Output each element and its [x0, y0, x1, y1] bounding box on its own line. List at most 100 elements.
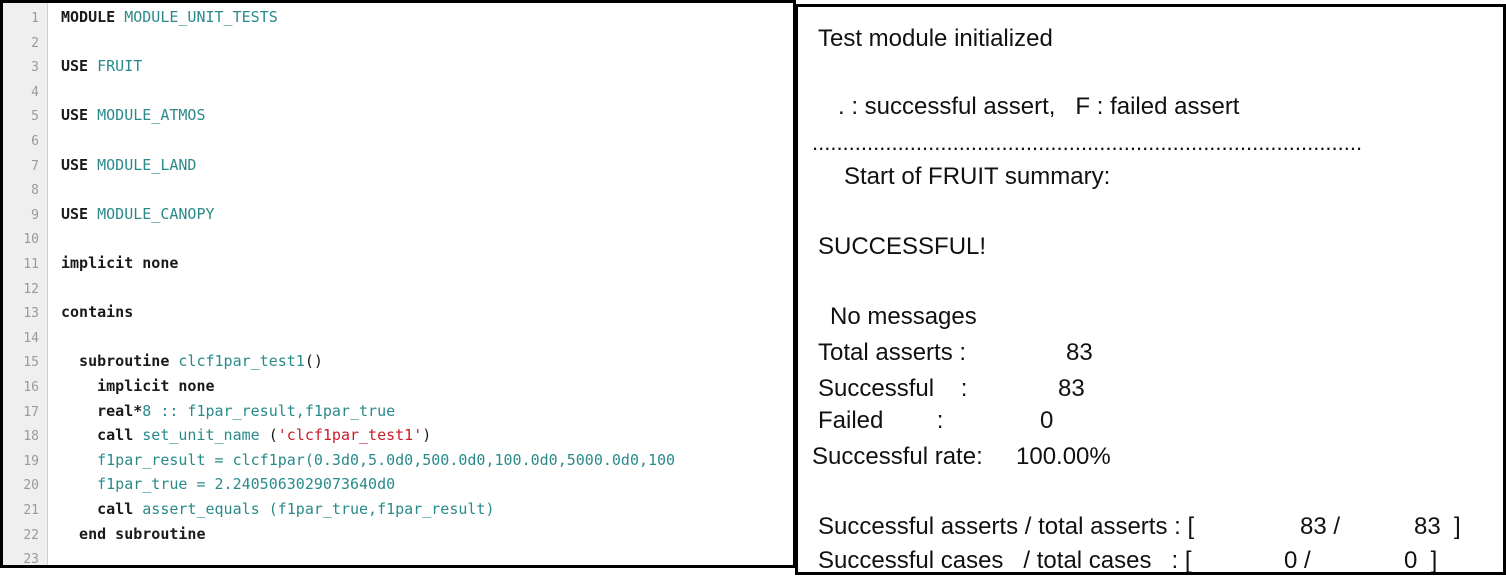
code-token: real*: [61, 401, 143, 420]
code-line[interactable]: 6: [3, 128, 793, 153]
code-line[interactable]: 7 USE MODULE_LAND: [3, 153, 793, 178]
code-text: implicit none: [61, 251, 178, 276]
line-number: 16: [23, 380, 39, 395]
line-number: 8: [31, 183, 39, 199]
code-line[interactable]: 20 f1par_true = 2.2405063029073640d0: [3, 472, 793, 497]
code-text: contains: [61, 300, 133, 325]
code-line[interactable]: 23: [3, 546, 793, 568]
code-line[interactable]: 19 f1par_result = clcf1par(0.3d0,5.0d0,5…: [3, 448, 793, 473]
code-text: real*8 :: f1par_result,f1par_true: [61, 399, 395, 424]
summary-start: Start of FRUIT summary:: [844, 163, 1111, 190]
line-number: 2: [31, 35, 39, 51]
line-number: 6: [31, 134, 39, 149]
cases-ratio-a: 0 /: [1284, 547, 1311, 574]
code-token: implicit none: [61, 254, 179, 272]
cases-ratio-b: 0 ]: [1404, 547, 1438, 574]
code-token: ): [422, 426, 432, 445]
code-line[interactable]: 14: [3, 325, 793, 350]
code-line[interactable]: 18 call set_unit_name ('clcf1par_test1'): [3, 423, 793, 448]
cases-ratio-label: Successful cases / total cases : [: [818, 547, 1192, 574]
line-number: 22: [23, 527, 39, 543]
code-token: contains: [61, 303, 134, 322]
code-token: end subroutine: [61, 524, 206, 543]
code-text: f1par_true = 2.2405063029073640d0: [61, 472, 395, 497]
code-line[interactable]: 17 real*8 :: f1par_result,f1par_true: [3, 399, 793, 424]
code-text: end subroutine: [61, 522, 206, 547]
line-number: 19: [23, 453, 39, 469]
code-line[interactable]: 2: [3, 30, 793, 55]
code-token: subroutine: [61, 352, 179, 371]
code-text: call assert_equals (f1par_true,f1par_res…: [61, 497, 494, 522]
successful-value: 83: [1058, 375, 1085, 402]
line-number: 1: [31, 11, 39, 26]
code-text: subroutine clcf1par_test1(): [61, 349, 323, 374]
rate-label: Successful rate:: [812, 443, 983, 470]
code-token: f1par_true = 2.2405063029073640d0: [61, 475, 396, 494]
code-line[interactable]: 16 implicit none: [3, 374, 793, 399]
asserts-ratio-b: 83 ]: [1414, 513, 1461, 540]
code-text: USE MODULE_CANOPY: [61, 202, 215, 227]
line-number: 14: [23, 330, 39, 346]
test-output-panel: Test module initialized . : successful a…: [795, 4, 1506, 575]
code-text: USE MODULE_LAND: [61, 153, 196, 178]
code-token: 8 :: f1par_result,f1par_true: [142, 401, 396, 420]
code-line[interactable]: 15 subroutine clcf1par_test1(): [3, 349, 793, 374]
init-message: Test module initialized: [818, 25, 1053, 52]
code-line[interactable]: 12: [3, 276, 793, 301]
line-number: 3: [31, 60, 39, 76]
code-text: MODULE MODULE_UNIT_TESTS: [61, 5, 278, 30]
code-token: USE: [61, 155, 98, 174]
code-line[interactable]: 9 USE MODULE_CANOPY: [3, 202, 793, 227]
line-number: 23: [23, 552, 39, 568]
asserts-ratio-a: 83 /: [1300, 513, 1341, 540]
line-number: 11: [23, 257, 39, 272]
code-line[interactable]: 10: [3, 226, 793, 251]
line-number: 21: [23, 503, 39, 518]
failed-value: 0: [1040, 407, 1054, 434]
code-token: MODULE: [61, 8, 125, 26]
code-line[interactable]: 11 implicit none: [3, 251, 793, 276]
code-token: set_unit_name: [142, 426, 269, 445]
total-asserts-value: 83: [1066, 339, 1093, 366]
line-number: 7: [31, 158, 39, 174]
messages-text: No messages: [830, 303, 977, 330]
code-token: FRUIT: [97, 57, 143, 76]
code-text: USE MODULE_ATMOS: [61, 103, 206, 128]
code-token: call: [61, 426, 143, 445]
code-text: call set_unit_name ('clcf1par_test1'): [61, 423, 431, 448]
successful-label: Successful :: [818, 375, 968, 402]
status-text: SUCCESSFUL!: [818, 233, 987, 260]
code-line[interactable]: 21 call assert_equals (f1par_true,f1par_…: [3, 497, 793, 522]
code-line[interactable]: 8: [3, 177, 793, 202]
code-token: (): [304, 352, 323, 371]
code-text: USE FRUIT: [61, 54, 142, 79]
code-line[interactable]: 5 USE MODULE_ATMOS: [3, 103, 793, 128]
line-number: 9: [31, 207, 39, 223]
code-token: MODULE_UNIT_TESTS: [124, 8, 278, 26]
assert-legend: . : successful assert, F : failed assert: [838, 93, 1240, 120]
code-token: MODULE_LAND: [97, 155, 197, 174]
code-text: implicit none: [61, 374, 214, 399]
rate-value: 100.00%: [1016, 443, 1111, 470]
line-number: 4: [31, 84, 39, 100]
code-token: call: [61, 500, 143, 518]
code-token: (: [268, 426, 278, 445]
code-token: USE: [61, 57, 98, 76]
code-token: MODULE_ATMOS: [97, 106, 206, 125]
code-line[interactable]: 13 contains: [3, 300, 793, 325]
line-number: 15: [23, 355, 39, 371]
progress-dots: ........................................…: [812, 130, 1363, 155]
code-line[interactable]: 3 USE FRUIT: [3, 54, 793, 79]
total-asserts-label: Total asserts :: [818, 339, 967, 366]
code-token: assert_equals (f1par_true,f1par_result): [142, 500, 495, 518]
line-number: 17: [23, 404, 39, 420]
asserts-ratio-label: Successful asserts / total asserts : [: [818, 513, 1195, 540]
code-line[interactable]: 1 MODULE MODULE_UNIT_TESTS: [3, 5, 793, 30]
code-line[interactable]: 22 end subroutine: [3, 522, 793, 547]
code-token: clcf1par_test1: [178, 352, 305, 371]
failed-label: Failed :: [818, 407, 944, 434]
code-line[interactable]: 4: [3, 79, 793, 104]
code-editor[interactable]: 1 MODULE MODULE_UNIT_TESTS 2 3 USE FRUIT 4 5 US…: [0, 0, 796, 568]
line-number: 18: [23, 429, 39, 445]
line-number: 13: [23, 306, 39, 322]
